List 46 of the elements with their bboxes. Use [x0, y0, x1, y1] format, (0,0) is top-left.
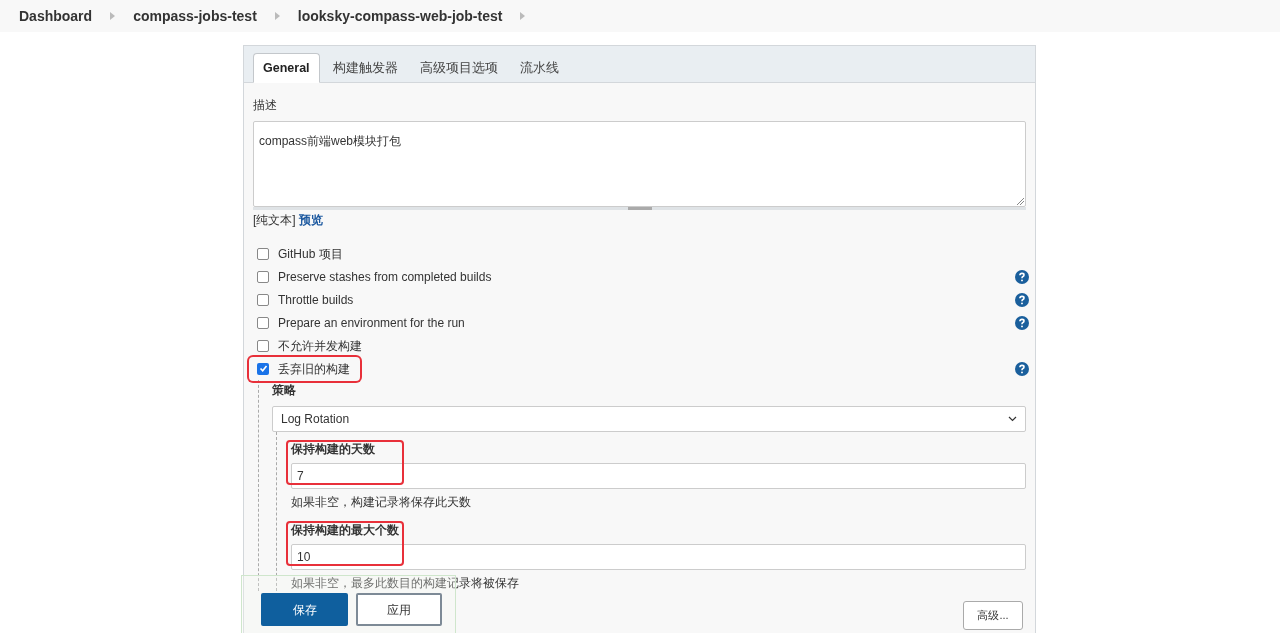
- tab[interactable]: 构建触发器: [323, 53, 407, 83]
- field-label: 保持构建的天数: [291, 441, 376, 457]
- field-hint: 如果非空，最多此数目的构建记录将被保存: [291, 575, 520, 591]
- strategy-select[interactable]: Log Rotation: [272, 406, 1026, 432]
- tab[interactable]: 高级项目选项: [410, 53, 507, 83]
- chevron-icon[interactable]: [520, 12, 526, 20]
- field-label: 保持构建的最大个数: [291, 522, 400, 538]
- checkbox-label: Preserve stashes from completed builds: [278, 268, 492, 286]
- help-icon[interactable]: [1015, 269, 1029, 284]
- resize-handle-icon[interactable]: [1017, 198, 1024, 205]
- checkbox-label: Throttle builds: [278, 291, 354, 309]
- chevron-icon[interactable]: [110, 12, 116, 20]
- checkbox[interactable]: [257, 293, 269, 306]
- description-textarea[interactable]: compass前端web模块打包: [253, 121, 1026, 207]
- checkbox-label: GitHub 项目: [278, 245, 343, 263]
- description-text: compass前端web模块打包: [259, 134, 402, 148]
- format-label: [纯文本]: [253, 213, 296, 227]
- chevron-icon[interactable]: [274, 12, 280, 20]
- field-label: 描述: [253, 97, 278, 113]
- input-field[interactable]: 10: [291, 544, 1026, 570]
- checkbox-label: Prepare an environment for the run: [278, 314, 465, 332]
- help-icon[interactable]: [1015, 315, 1029, 330]
- preview-link[interactable]: 预览: [299, 213, 323, 227]
- input-field[interactable]: 7: [291, 463, 1026, 489]
- breadcrumb-link[interactable]: Dashboard: [19, 5, 93, 27]
- checkbox[interactable]: [257, 270, 269, 283]
- apply-button[interactable]: 应用: [356, 593, 442, 626]
- checkbox[interactable]: [257, 316, 269, 329]
- field-hint: 如果非空，构建记录将保存此天数: [291, 494, 472, 510]
- help-icon[interactable]: [1015, 292, 1029, 307]
- field-label: 策略: [272, 382, 297, 398]
- checkbox[interactable]: [257, 362, 269, 375]
- breadcrumb-link[interactable]: compass-jobs-test: [133, 5, 257, 27]
- tab[interactable]: 流水线: [510, 53, 568, 83]
- select-value: Log Rotation: [281, 411, 350, 428]
- checkbox-label: 丢弃旧的构建: [278, 360, 350, 378]
- help-icon[interactable]: [1015, 361, 1029, 376]
- checkbox[interactable]: [257, 247, 269, 260]
- checkbox-label: 不允许并发构建: [278, 337, 362, 355]
- checkbox[interactable]: [257, 339, 269, 352]
- breadcrumb-link[interactable]: looksky-compass-web-job-test: [297, 5, 503, 27]
- tab[interactable]: General: [253, 53, 320, 83]
- caret-icon: [1008, 416, 1017, 422]
- drag-bar[interactable]: [253, 207, 1026, 210]
- save-button[interactable]: 保存: [261, 593, 348, 626]
- advanced-button[interactable]: 高级...: [963, 601, 1023, 630]
